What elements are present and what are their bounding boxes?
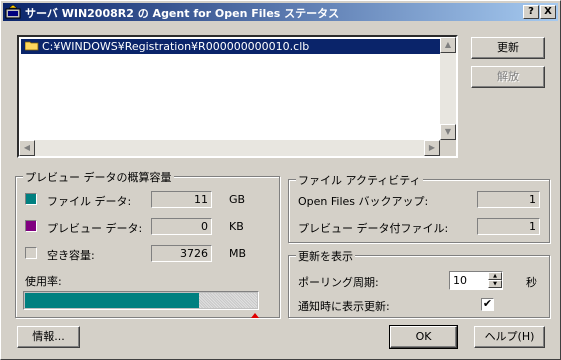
- release-button[interactable]: 解放: [471, 66, 545, 88]
- scroll-left-arrow-icon[interactable]: ◀: [19, 140, 35, 156]
- folder-icon: [25, 41, 39, 51]
- spin-down-icon[interactable]: ▼: [488, 280, 502, 288]
- list-item-path: C:¥WINDOWS¥Registration¥R000000000010.cl…: [42, 40, 310, 53]
- scroll-corner: [440, 140, 456, 156]
- help-title-button[interactable]: ?: [523, 5, 539, 19]
- help-button[interactable]: ヘルプ(H): [474, 326, 545, 348]
- file-data-swatch: [25, 193, 37, 205]
- file-data-value: 11: [151, 191, 212, 208]
- usage-rate-label: 使用率:: [25, 275, 62, 288]
- list-item[interactable]: C:¥WINDOWS¥Registration¥R000000000010.cl…: [21, 39, 441, 54]
- preview-files-label: プレビュー データ付ファイル:: [298, 222, 449, 235]
- free-space-value: 3726: [151, 245, 212, 262]
- usage-progress-remaining: [199, 293, 257, 308]
- horizontal-scrollbar[interactable]: ◀ ▶: [19, 140, 440, 156]
- activity-group-title: ファイル アクティビティ: [296, 172, 423, 188]
- open-files-backup-value: 1: [477, 191, 540, 208]
- title-bar[interactable]: サーバ WIN2008R2 の Agent for Open Files ステー…: [3, 3, 558, 21]
- usage-progress-bar: [23, 291, 259, 310]
- usage-progress-fill: [25, 293, 199, 308]
- free-space-label: 空き容量:: [47, 249, 95, 262]
- open-files-list[interactable]: C:¥WINDOWS¥Registration¥R000000000010.cl…: [17, 35, 458, 158]
- preview-data-value: 0: [151, 218, 212, 235]
- usage-marker-icon: [251, 313, 259, 318]
- free-space-swatch: [25, 247, 37, 259]
- free-space-unit: MB: [229, 247, 247, 260]
- file-data-label: ファイル データ:: [47, 195, 132, 208]
- info-button[interactable]: 情報...: [17, 326, 80, 348]
- polling-unit: 秒: [526, 276, 537, 289]
- open-files-backup-label: Open Files バックアップ:: [298, 195, 429, 208]
- window-title: サーバ WIN2008R2 の Agent for Open Files ステー…: [25, 7, 340, 20]
- preview-data-swatch: [25, 220, 37, 232]
- preview-data-unit: KB: [229, 220, 244, 233]
- scroll-down-arrow-icon[interactable]: ▼: [440, 124, 456, 140]
- close-title-button[interactable]: X: [540, 5, 556, 19]
- notify-refresh-checkbox[interactable]: ✔: [481, 298, 494, 311]
- status-dialog: サーバ WIN2008R2 の Agent for Open Files ステー…: [0, 0, 561, 360]
- polling-interval-value[interactable]: 10: [453, 273, 467, 288]
- checkmark-icon: ✔: [482, 297, 493, 310]
- spin-up-icon[interactable]: ▲: [488, 272, 502, 280]
- notify-refresh-label: 通知時に表示更新:: [298, 300, 390, 313]
- scroll-up-arrow-icon[interactable]: ▲: [440, 37, 456, 53]
- app-icon: [5, 4, 21, 19]
- file-data-unit: GB: [229, 193, 246, 206]
- preview-files-value: 1: [477, 218, 540, 235]
- polling-interval-label: ポーリング周期:: [298, 276, 379, 289]
- scroll-right-arrow-icon[interactable]: ▶: [424, 140, 440, 156]
- refresh-button[interactable]: 更新: [471, 37, 545, 59]
- refresh-display-group-title: 更新を表示: [296, 248, 355, 264]
- preview-data-label: プレビュー データ:: [47, 222, 143, 235]
- ok-button[interactable]: OK: [389, 325, 458, 349]
- usage-group-title: プレビュー データの概算容量: [23, 169, 174, 185]
- vertical-scrollbar[interactable]: ▲ ▼: [440, 37, 456, 140]
- polling-interval-spinner[interactable]: 10 ▲ ▼: [449, 271, 503, 290]
